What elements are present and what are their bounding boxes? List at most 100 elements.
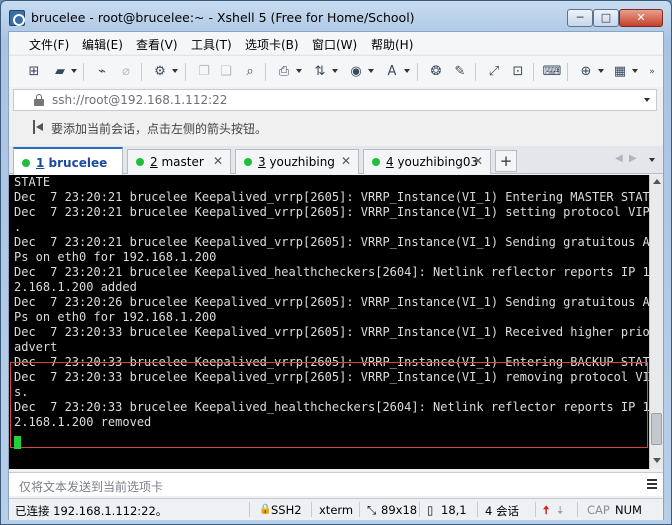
font-dropdown-caret[interactable]: [404, 69, 410, 73]
compose-menu-icon[interactable]: [647, 479, 657, 489]
menu-help[interactable]: 帮助(H): [371, 36, 413, 53]
tab-youzhibing[interactable]: 3 youzhibing ✕: [235, 149, 359, 174]
minimize-button[interactable]: ─: [567, 9, 593, 27]
terminal-output[interactable]: STATE Dec 7 23:20:21 brucelee Keepalived…: [9, 175, 649, 469]
layout-dropdown-caret[interactable]: [632, 69, 638, 73]
lock-icon: [34, 94, 44, 106]
terminal-line: Ps on eth0 for 192.168.1.200: [14, 250, 217, 264]
scroll-up-icon[interactable]: [653, 179, 661, 184]
status-separator: [419, 502, 420, 517]
paste-icon: ❏: [220, 64, 232, 79]
terminal-line: Dec 7 23:20:21 brucelee Keepalived_vrrp[…: [14, 190, 649, 204]
toolbar-separator: [141, 63, 142, 81]
terminal-line: Dec 7 23:20:26 brucelee Keepalived_vrrp[…: [14, 295, 649, 309]
compose-input-placeholder[interactable]: 仅将文本发送到当前选项卡: [19, 478, 163, 495]
script-icon[interactable]: ✎: [451, 64, 469, 80]
toolbar-separator: [265, 63, 266, 81]
print-dropdown-caret[interactable]: [296, 69, 302, 73]
properties-dropdown-caret[interactable]: [172, 69, 178, 73]
fullscreen-icon[interactable]: ⤢: [485, 64, 503, 80]
tab-close-icon[interactable]: ✕: [341, 154, 351, 168]
address-bar[interactable]: ssh://root@192.168.1.112:22: [13, 89, 657, 111]
add-icon[interactable]: ⊕: [577, 64, 595, 80]
compose-bar[interactable]: 仅将文本发送到当前选项卡: [9, 472, 663, 496]
ssh-lock-icon: 🔒: [259, 504, 272, 515]
transfer-dropdown-caret[interactable]: [332, 69, 338, 73]
toolbar-separator: [417, 63, 418, 81]
tab-list-dropdown-icon[interactable]: [649, 158, 655, 162]
connection-status: 已连接 192.168.1.112:22。: [15, 504, 168, 518]
open-dropdown-caret[interactable]: [71, 69, 77, 73]
disconnect-icon: ⌀: [122, 64, 130, 79]
title-bar: brucelee - root@brucelee:~ - Xshell 5 (F…: [1, 1, 671, 33]
status-separator: [577, 502, 578, 517]
toolbar: ⊞ ▰ ⌁ ⌀ ⚙ ❐ ❏ ⌕ ⎙ ⇅ ◉ A ❂ ✎ ⤢ ⊡ ⌨ ⊕ ▦ »: [9, 55, 663, 87]
add-dropdown-caret[interactable]: [598, 69, 604, 73]
menu-view[interactable]: 查看(V): [136, 36, 178, 53]
connected-dot-icon: [22, 159, 30, 167]
xftp-icon[interactable]: ❂: [427, 64, 445, 80]
tab-close-icon[interactable]: ✕: [473, 154, 483, 168]
toolbar-separator: [567, 63, 568, 81]
new-session-icon[interactable]: ⊞: [25, 64, 43, 80]
tab-master[interactable]: 2 master ✕: [127, 149, 231, 174]
window-title: brucelee - root@brucelee:~ - Xshell 5 (F…: [31, 10, 415, 25]
close-button[interactable]: ✕: [619, 9, 663, 27]
xshell-window: brucelee - root@brucelee:~ - Xshell 5 (F…: [0, 0, 672, 525]
toolbar-separator: [185, 63, 186, 81]
transfer-icon[interactable]: ⇅: [311, 64, 329, 80]
menu-tools[interactable]: 工具(T): [191, 36, 232, 53]
toolbar-separator: [533, 63, 534, 81]
open-folder-icon[interactable]: ▰: [51, 64, 69, 80]
session-hint-bar: 要添加当前会话，点击左侧的箭头按钮。: [13, 116, 657, 138]
tab-brucelee[interactable]: 1 brucelee: [13, 147, 123, 175]
menu-edit[interactable]: 编辑(E): [82, 36, 123, 53]
terminal-line: Dec 7 23:20:21 brucelee Keepalived_vrrp[…: [14, 205, 649, 219]
tab-label: 4 youzhibing03: [386, 155, 479, 169]
maximize-button[interactable]: □: [593, 9, 619, 27]
download-arrow-icon: 🠇: [557, 503, 564, 517]
keyboard-icon[interactable]: ⌨: [543, 64, 562, 80]
toolbar-separator: [83, 63, 84, 81]
menu-window[interactable]: 窗口(W): [312, 36, 357, 53]
menu-file[interactable]: 文件(F): [29, 36, 69, 53]
add-session-arrow-icon[interactable]: [33, 120, 45, 134]
toolbar-more-icon[interactable]: »: [646, 64, 658, 80]
print-icon[interactable]: ⎙: [275, 64, 293, 80]
address-dropdown-icon[interactable]: [644, 98, 650, 102]
tab-prev-icon[interactable]: ◀: [615, 153, 623, 164]
xshell-app-icon: [9, 10, 25, 26]
resize-icon: ⤡: [367, 503, 377, 517]
menu-tabs[interactable]: 选项卡(B): [245, 36, 299, 53]
tab-youzhibing03[interactable]: 4 youzhibing03 ✕: [363, 149, 491, 174]
scroll-down-icon[interactable]: [653, 458, 661, 463]
new-tab-button[interactable]: +: [495, 150, 517, 172]
find-icon[interactable]: ⌕: [241, 64, 259, 80]
scrollbar-thumb[interactable]: [651, 413, 662, 445]
reconnect-icon[interactable]: ⌁: [93, 64, 111, 80]
status-separator: [535, 502, 536, 517]
tab-bar: 1 brucelee 2 master ✕ 3 youzhibing ✕ 4 y…: [9, 146, 663, 175]
globe-dropdown-caret[interactable]: [368, 69, 374, 73]
status-separator: [311, 502, 312, 517]
terminal-scrollbar[interactable]: [649, 175, 663, 469]
tab-next-icon[interactable]: ▶: [629, 153, 637, 164]
status-separator: [477, 502, 478, 517]
session-count-status: 4 会话: [485, 504, 519, 518]
status-bar: 已连接 192.168.1.112:22。 🔒 SSH2 xterm ⤡ 89x…: [9, 498, 663, 520]
terminal-line: Ps on eth0 for 192.168.1.200: [14, 310, 217, 324]
terminal-line: STATE: [14, 175, 51, 189]
num-lock-status: NUM: [615, 503, 642, 517]
font-icon[interactable]: A: [383, 64, 401, 80]
size-status: 89x18: [381, 503, 418, 517]
address-value: ssh://root@192.168.1.112:22: [52, 93, 228, 107]
globe-icon[interactable]: ◉: [347, 64, 365, 80]
properties-icon[interactable]: ⚙: [151, 64, 169, 80]
connected-dot-icon: [372, 158, 380, 166]
terminal-line: advert: [14, 340, 58, 354]
lock-icon[interactable]: ⊡: [509, 64, 527, 80]
tab-close-icon[interactable]: ✕: [213, 154, 223, 168]
layout-icon[interactable]: ▦: [611, 64, 629, 80]
terminal-line: Dec 7 23:20:21 brucelee Keepalived_healt…: [14, 265, 649, 279]
terminal-cursor: [14, 436, 21, 449]
